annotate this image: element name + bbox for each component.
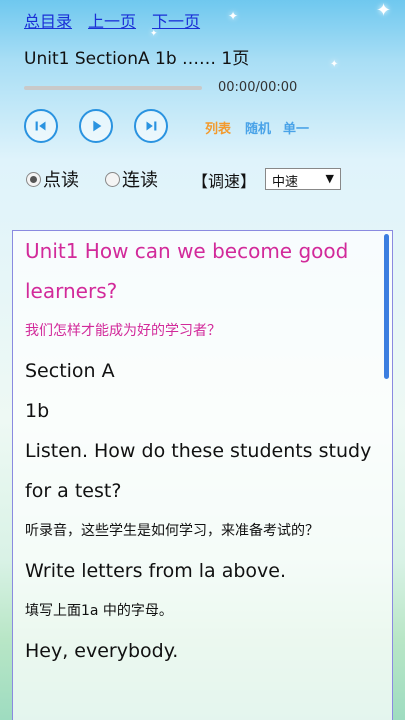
- line-instruction-translation[interactable]: 听录音，这些学生是如何学习，来准备考试的？: [25, 511, 380, 551]
- mode-random-button[interactable]: 随机: [245, 118, 271, 137]
- line-write-letters[interactable]: Write letters from la above.: [25, 551, 380, 591]
- skip-next-icon: [146, 121, 157, 131]
- nav-prev-link[interactable]: 上一页: [88, 8, 136, 32]
- line-exercise-number[interactable]: 1b: [25, 391, 380, 431]
- skip-previous-icon: [35, 121, 46, 131]
- content-scrollbar[interactable]: [384, 234, 389, 379]
- line-section[interactable]: Section A: [25, 351, 380, 391]
- line-greeting[interactable]: Hey, everybody.: [25, 631, 380, 671]
- sparkle-icon: ✦: [376, 0, 392, 21]
- line-instruction[interactable]: Listen. How do these students study for …: [25, 431, 380, 511]
- mode-single-button[interactable]: 单一: [283, 118, 309, 137]
- next-button[interactable]: [134, 109, 168, 143]
- audio-time: 00:00/00:00: [218, 80, 298, 95]
- page-title: Unit1 SectionA 1b …… 1页: [24, 49, 250, 69]
- lesson-title-translation[interactable]: 我们怎样才能成为好的学习者？: [25, 311, 380, 351]
- lesson-content: Unit1 How can we become good learners? 我…: [25, 231, 380, 671]
- mode-list-button[interactable]: 列表: [205, 118, 231, 137]
- previous-button[interactable]: [24, 109, 58, 143]
- nav-toc-link[interactable]: 总目录: [24, 8, 72, 32]
- speed-select-value: 中速: [272, 175, 299, 190]
- dropdown-arrow-icon: ▼: [325, 172, 334, 185]
- read-mode-continuous-label: 连读: [122, 170, 158, 191]
- sparkle-icon: ✦: [228, 9, 239, 23]
- audio-progress-bar[interactable]: [24, 86, 202, 90]
- sparkle-icon: ✦: [330, 59, 339, 70]
- play-button[interactable]: [79, 109, 113, 143]
- read-mode-point-option[interactable]: 点读: [26, 166, 79, 192]
- text-content-panel[interactable]: Unit1 How can we become good learners? 我…: [12, 230, 393, 720]
- lesson-title[interactable]: Unit1 How can we become good learners?: [25, 231, 380, 311]
- radio-point-read[interactable]: [26, 171, 41, 187]
- read-mode-continuous-option[interactable]: 连读: [105, 166, 158, 192]
- play-icon: [93, 120, 102, 132]
- top-nav: 总目录 上一页 下一页: [24, 8, 200, 32]
- nav-next-link[interactable]: 下一页: [152, 8, 200, 32]
- read-mode-point-label: 点读: [43, 170, 79, 191]
- speed-select[interactable]: 中速 ▼: [265, 168, 341, 190]
- line-write-letters-translation[interactable]: 填写上面1a 中的字母。: [25, 591, 380, 631]
- speed-label: 【调速】: [192, 172, 257, 191]
- radio-continuous-read[interactable]: [105, 171, 120, 187]
